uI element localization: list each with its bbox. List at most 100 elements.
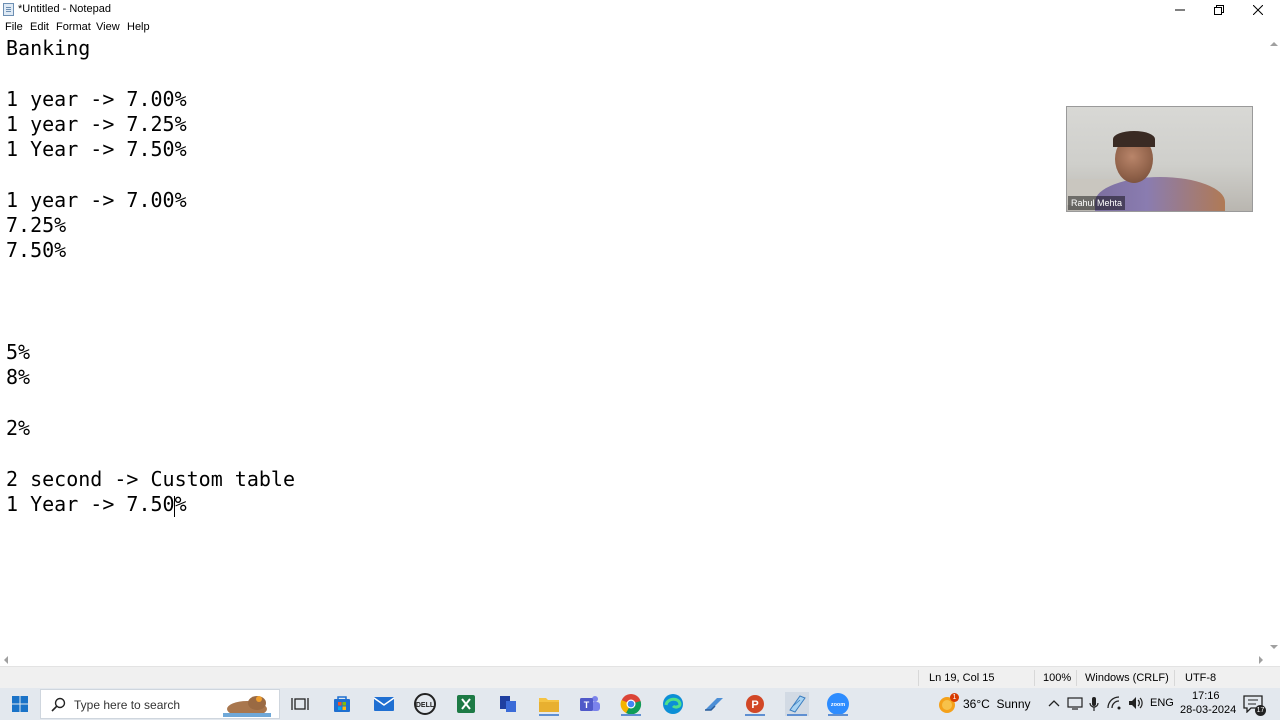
svg-text:T: T (584, 700, 590, 710)
zoom-icon: zoom (827, 693, 849, 715)
menu-bar: File Edit Format View Help (0, 19, 1280, 36)
notepad-taskbar-icon (789, 695, 806, 713)
taskbar-store[interactable] (330, 692, 354, 716)
dell-icon: DELL (414, 693, 436, 715)
scroll-up-arrow-icon[interactable] (1270, 42, 1278, 46)
editor-line: 7.25% (6, 213, 67, 237)
restore-button[interactable] (1199, 0, 1239, 19)
menu-file[interactable]: File (5, 21, 23, 33)
taskbar-excel[interactable] (454, 692, 478, 716)
editor-line: 1 Year -> 7.50% (6, 492, 187, 516)
powerpoint-icon: P (746, 695, 764, 713)
svg-text:zoom: zoom (831, 702, 845, 708)
editor-line: 2% (6, 416, 31, 440)
status-bar: Ln 19, Col 15 100% Windows (CRLF) UTF-8 (0, 666, 1280, 688)
toolbox-icon (705, 698, 723, 711)
minimize-button[interactable] (1160, 0, 1200, 19)
video-thumbnail[interactable]: Rahul Mehta (1066, 106, 1253, 212)
editor-line: Banking (6, 36, 91, 60)
taskbar: Type here to search DELL T P zoom 1 36°C… (0, 688, 1280, 720)
weather-badge: 1 (950, 693, 959, 702)
svg-text:DELL: DELL (416, 702, 435, 709)
minimize-icon (1175, 9, 1185, 10)
volume-icon[interactable] (1128, 696, 1144, 710)
taskbar-file-explorer[interactable] (537, 692, 561, 716)
editor-line: 1 year -> 7.00% (6, 87, 187, 111)
taskbar-edge[interactable] (661, 692, 685, 716)
scroll-down-arrow-icon[interactable] (1270, 645, 1278, 649)
teams-icon: T (580, 696, 600, 711)
svg-text:P: P (751, 699, 758, 711)
status-divider (1034, 670, 1035, 686)
editor-line: 5% (6, 340, 31, 364)
taskbar-toolbox[interactable] (702, 692, 726, 716)
clock-time[interactable]: 17:16 (1192, 690, 1220, 702)
taskbar-chrome[interactable] (619, 692, 643, 716)
store-icon (334, 696, 350, 712)
editor-line: 8% (6, 365, 31, 389)
start-button[interactable] (8, 692, 32, 716)
editor-line: 1 year -> 7.00% (6, 188, 187, 212)
active-indicator (787, 714, 807, 716)
capybara-illustration-icon (223, 696, 271, 717)
active-indicator (621, 714, 641, 716)
status-divider (918, 670, 919, 686)
edge-icon (663, 694, 683, 714)
restore-icon (1214, 4, 1224, 15)
taskbar-mail[interactable] (372, 692, 396, 716)
microphone-icon[interactable] (1088, 696, 1100, 712)
status-divider (1174, 670, 1175, 686)
taskbar-powerpoint[interactable]: P (743, 692, 767, 716)
windows-logo-icon (12, 696, 28, 712)
scroll-right-arrow-icon[interactable] (1259, 656, 1263, 664)
zoom-level: 100% (1043, 672, 1072, 684)
taskbar-app[interactable] (496, 692, 520, 716)
excel-icon (457, 695, 475, 713)
chevron-up-icon[interactable] (1048, 698, 1060, 708)
taskbar-dell[interactable]: DELL (413, 692, 437, 716)
task-view-icon (291, 698, 309, 710)
active-indicator (828, 714, 848, 716)
scroll-left-arrow-icon[interactable] (4, 656, 8, 664)
video-person-hair (1113, 131, 1155, 147)
menu-edit[interactable]: Edit (30, 21, 49, 33)
close-button[interactable] (1238, 0, 1278, 19)
vertical-scrollbar[interactable] (1267, 36, 1280, 653)
clock-date[interactable]: 28-03-2024 (1180, 704, 1236, 716)
editor-line: 2 second -> Custom table (6, 467, 295, 491)
weather-text[interactable]: 36°C Sunny (963, 697, 1031, 711)
app-icon (500, 696, 516, 712)
line-ending: Windows (CRLF) (1085, 672, 1169, 684)
editor-line: 1 year -> 7.25% (6, 112, 187, 136)
chrome-icon (620, 694, 642, 715)
menu-format[interactable]: Format (56, 21, 91, 33)
file-explorer-icon (539, 698, 559, 712)
participant-name: Rahul Mehta (1068, 196, 1126, 210)
editor-line: 1 Year -> 7.50% (6, 137, 187, 161)
language-indicator[interactable]: ENG (1150, 697, 1174, 709)
search-placeholder: Type here to search (74, 698, 181, 712)
cursor-position: Ln 19, Col 15 (929, 672, 995, 684)
taskbar-notepad[interactable] (785, 692, 809, 716)
encoding: UTF-8 (1185, 672, 1217, 684)
active-indicator (539, 714, 559, 716)
wifi-icon[interactable] (1107, 696, 1123, 710)
text-caret (174, 496, 175, 517)
network-icon[interactable] (1067, 696, 1083, 710)
editor-line: 7.50% (6, 238, 67, 262)
search-icon (51, 697, 66, 712)
menu-view[interactable]: View (96, 21, 120, 33)
notification-count-badge: 17 (1255, 705, 1266, 716)
taskbar-zoom[interactable]: zoom (826, 692, 850, 716)
title-bar: *Untitled - Notepad (0, 0, 1280, 19)
task-view-button[interactable] (288, 692, 312, 716)
mail-icon (373, 697, 395, 711)
active-indicator (745, 714, 765, 716)
notepad-icon (3, 3, 14, 16)
taskbar-search[interactable]: Type here to search (40, 689, 280, 719)
status-divider (1076, 670, 1077, 686)
horizontal-scrollbar[interactable] (0, 653, 1267, 666)
menu-help[interactable]: Help (127, 21, 150, 33)
taskbar-teams[interactable]: T (578, 692, 602, 716)
close-icon (1253, 4, 1263, 15)
